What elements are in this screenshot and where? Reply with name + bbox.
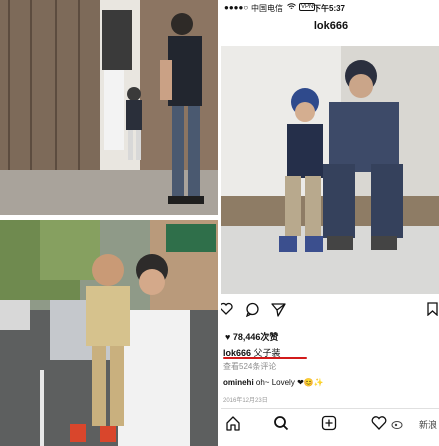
bottom-tab-bar: 新浪 <box>221 408 439 437</box>
comment-emojis: ❤😊✨ <box>297 378 324 387</box>
highlight-underline <box>223 357 307 359</box>
comment-icon[interactable] <box>245 302 260 322</box>
heart-icon[interactable] <box>221 302 233 321</box>
post-image[interactable] <box>221 46 439 294</box>
likes-count[interactable]: ♥ 78,446次赞 <box>225 330 278 343</box>
time-label: 下午5:37 <box>313 4 346 13</box>
home-icon[interactable] <box>225 415 241 436</box>
photo-street-scene <box>0 220 218 446</box>
likes-text: 78,446次赞 <box>232 332 279 342</box>
watermark-text: 新浪 <box>418 420 437 430</box>
share-icon[interactable] <box>271 302 286 322</box>
instagram-screen: ●●●●○ 中国电信 VPN 下午5:37 lok666 ♥ 78,446次赞 … <box>219 0 439 446</box>
post-actions <box>221 302 439 320</box>
view-comments-link[interactable]: 查看524条评论 <box>223 361 276 372</box>
signal-icon: ●●●●○ <box>224 3 249 12</box>
weibo-logo-icon <box>391 417 403 435</box>
profile-username[interactable]: lok666 <box>221 20 439 32</box>
bookmark-icon[interactable] <box>427 302 438 321</box>
search-icon[interactable] <box>273 415 289 436</box>
comment-text: oh~ Lovely <box>255 378 295 387</box>
photo-store-scene <box>0 0 218 215</box>
plus-square-icon[interactable] <box>321 415 337 436</box>
comment-username[interactable]: ominehi <box>223 378 254 387</box>
likes-heart-glyph: ♥ <box>225 332 233 342</box>
status-bar: ●●●●○ 中国电信 VPN 下午5:37 <box>221 0 439 16</box>
activity-heart-icon[interactable] <box>371 415 387 436</box>
wifi-icon <box>287 3 296 12</box>
carrier-label: 中国电信 <box>251 4 283 13</box>
comment-row: ominehi oh~ Lovely ❤😊✨ <box>223 378 324 387</box>
post-date: 2016年12月23日 <box>223 398 268 404</box>
